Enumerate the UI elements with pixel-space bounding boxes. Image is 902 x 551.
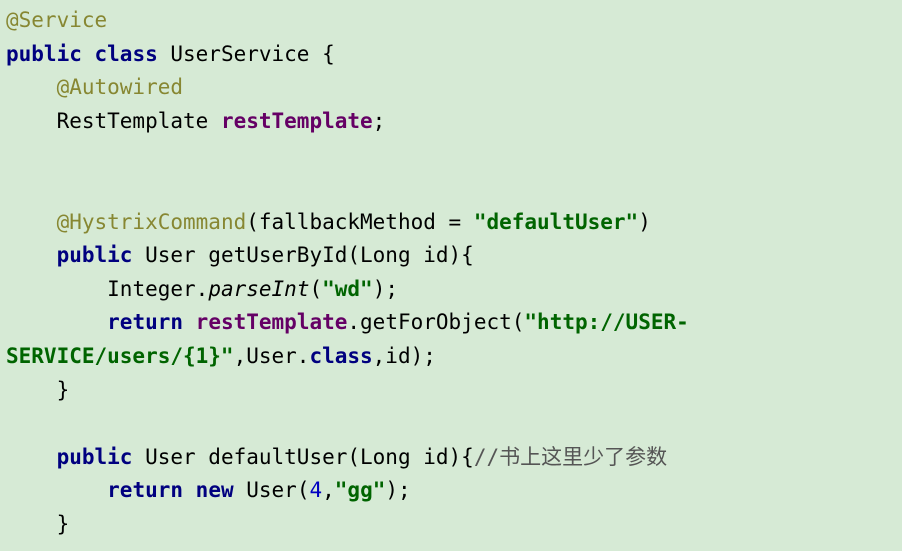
- keyword-class: class: [309, 344, 372, 368]
- code-text: [183, 310, 196, 334]
- indent: [6, 310, 107, 334]
- code-text: .getForObject(: [347, 310, 524, 334]
- method-call: parseInt: [208, 277, 309, 301]
- keyword-public: public: [57, 445, 133, 469]
- string-literal: "defaultUser": [474, 210, 638, 234]
- keyword-new: new: [196, 478, 234, 502]
- code-text: User defaultUser(Long id){: [132, 445, 473, 469]
- type-name: RestTemplate: [57, 109, 221, 133]
- number-literal: 4: [309, 478, 322, 502]
- indent: [6, 210, 57, 234]
- indent: [6, 243, 57, 267]
- code-text: Integer.: [107, 277, 208, 301]
- code-text: ,User.: [234, 344, 310, 368]
- code-text: User getUserById(Long id){: [132, 243, 473, 267]
- code-text: ,id);: [373, 344, 436, 368]
- annotation: @Autowired: [57, 75, 183, 99]
- keyword-class: class: [95, 42, 158, 66]
- code-text: );: [373, 277, 398, 301]
- indent: [6, 109, 57, 133]
- indent: [6, 478, 107, 502]
- code-text: }: [57, 512, 70, 536]
- string-literal: "gg": [335, 478, 386, 502]
- indent: [6, 512, 57, 536]
- code-editor[interactable]: @Service public class UserService { @Aut…: [0, 0, 902, 546]
- string-literal: "wd": [322, 277, 373, 301]
- code-text: ;: [373, 109, 386, 133]
- field-name: restTemplate: [196, 310, 348, 334]
- keyword-return: return: [107, 478, 183, 502]
- indent: [6, 378, 57, 402]
- code-text: (: [309, 277, 322, 301]
- field-name: restTemplate: [221, 109, 373, 133]
- keyword-public: public: [6, 42, 82, 66]
- code-text: [183, 478, 196, 502]
- keyword-public: public: [57, 243, 133, 267]
- indent: [6, 445, 57, 469]
- code-text: ): [638, 210, 651, 234]
- annotation: @Service: [6, 8, 107, 32]
- code-text: }: [57, 378, 70, 402]
- comment: //书上这里少了参数: [474, 445, 667, 469]
- code-text: User(: [234, 478, 310, 502]
- indent: [6, 75, 57, 99]
- code-text: (fallbackMethod =: [246, 210, 474, 234]
- code-text: UserService {: [158, 42, 335, 66]
- indent: [6, 277, 107, 301]
- annotation: @HystrixCommand: [57, 210, 247, 234]
- keyword-return: return: [107, 310, 183, 334]
- code-text: );: [385, 478, 410, 502]
- code-text: ,: [322, 478, 335, 502]
